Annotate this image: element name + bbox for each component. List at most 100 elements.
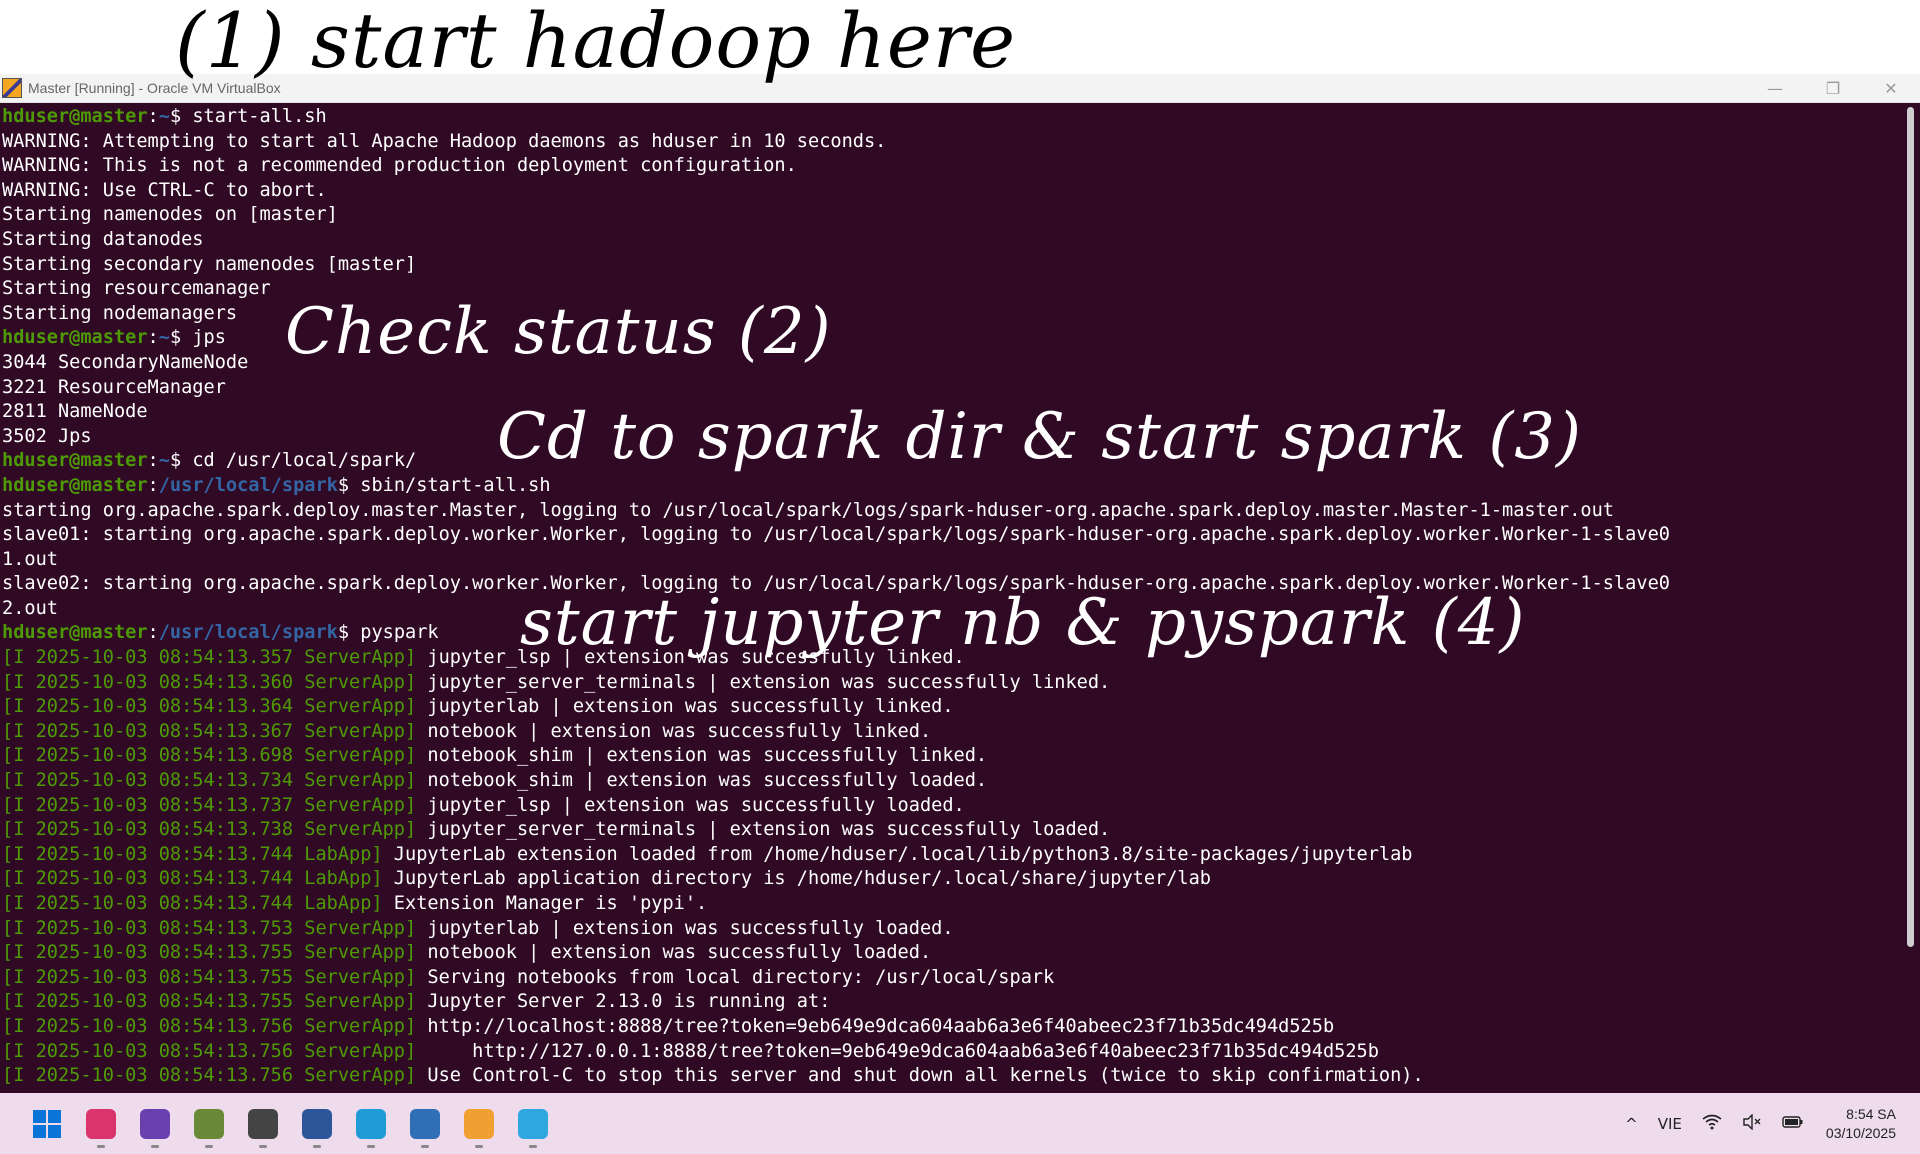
output-text: slave01: starting org.apache.spark.deplo… bbox=[2, 524, 1670, 546]
output-text: 3221 ResourceManager bbox=[2, 376, 226, 398]
terminal-line: 3221 ResourceManager bbox=[2, 376, 1902, 401]
log-tag: [I 2025-10-03 08:54:13.753 ServerApp] bbox=[2, 917, 417, 939]
windows-logo-icon bbox=[33, 1109, 61, 1138]
edge-app-icon[interactable] bbox=[344, 1093, 398, 1154]
log-tag: [I 2025-10-03 08:54:13.756 ServerApp] bbox=[2, 1065, 417, 1087]
prompt-symbol: $ bbox=[337, 622, 350, 644]
game-app-icon[interactable] bbox=[182, 1093, 236, 1154]
prompt-user: hduser@master bbox=[2, 450, 148, 472]
running-indicator bbox=[313, 1145, 321, 1148]
output-text: 3502 Jps bbox=[2, 425, 92, 447]
prompt-command: sbin/start-all.sh bbox=[349, 474, 551, 496]
restore-button[interactable]: ❐ bbox=[1804, 74, 1862, 102]
windows-start-icon[interactable] bbox=[20, 1093, 74, 1154]
prompt-symbol: $ bbox=[337, 474, 350, 496]
terminal-line: WARNING: This is not a recommended produ… bbox=[2, 154, 1902, 179]
prompt-symbol: $ bbox=[169, 327, 182, 349]
app-glyph-icon bbox=[302, 1108, 332, 1139]
terminal-line: [I 2025-10-03 08:54:13.755 ServerApp] no… bbox=[2, 941, 1902, 966]
prompt-user: hduser@master bbox=[2, 327, 148, 349]
prompt-separator: : bbox=[147, 327, 159, 349]
wifi-icon[interactable] bbox=[1702, 1114, 1722, 1134]
log-tag: [I 2025-10-03 08:54:13.755 ServerApp] bbox=[2, 966, 417, 988]
output-text: WARNING: Attempting to start all Apache … bbox=[2, 130, 887, 152]
terminal-scrollbar[interactable] bbox=[1907, 107, 1914, 947]
volume-muted-icon[interactable] bbox=[1742, 1112, 1762, 1134]
running-indicator bbox=[529, 1145, 537, 1148]
prompt-user: hduser@master bbox=[2, 106, 148, 127]
terminal-line: WARNING: Attempting to start all Apache … bbox=[2, 130, 1902, 155]
running-indicator bbox=[367, 1145, 375, 1148]
prompt-symbol: $ bbox=[169, 106, 182, 127]
app-glyph-icon bbox=[356, 1108, 386, 1139]
virtualbox-app-icon[interactable] bbox=[398, 1093, 452, 1154]
app-glyph-icon bbox=[464, 1108, 494, 1139]
annotation-start-hadoop: (1) start hadoop here bbox=[175, 0, 1017, 85]
log-message: notebook | extension was successfully lo… bbox=[416, 942, 932, 964]
terminal-line: [I 2025-10-03 08:54:13.738 ServerApp] ju… bbox=[2, 818, 1902, 843]
word-app-icon[interactable] bbox=[290, 1093, 344, 1154]
prompt-separator: : bbox=[147, 622, 159, 644]
annotation-start-spark: Cd to spark dir & start spark (3) bbox=[497, 400, 1582, 474]
purple-app-icon[interactable] bbox=[128, 1093, 182, 1154]
output-text: 1.out bbox=[2, 548, 58, 570]
prompt-command: start-all.sh bbox=[181, 106, 327, 127]
prompt-path: ~ bbox=[158, 327, 170, 349]
battery-icon[interactable] bbox=[1782, 1115, 1804, 1133]
virtualbox-icon bbox=[2, 78, 22, 98]
prompt-path: ~ bbox=[158, 106, 170, 127]
log-tag: [I 2025-10-03 08:54:13.744 LabApp] bbox=[2, 843, 383, 865]
output-text: Starting secondary namenodes [master] bbox=[2, 253, 417, 275]
prompt-symbol: $ bbox=[169, 450, 182, 472]
app-glyph-icon bbox=[410, 1108, 440, 1139]
terminal-line: Starting namenodes on [master] bbox=[2, 203, 1902, 228]
notepad-app-icon[interactable] bbox=[506, 1093, 560, 1154]
terminal-line: WARNING: Use CTRL-C to abort. bbox=[2, 179, 1902, 204]
prompt-path: /usr/local/spark bbox=[158, 622, 338, 644]
terminal-line: [I 2025-10-03 08:54:13.360 ServerApp] ju… bbox=[2, 671, 1902, 696]
terminal-line: hduser@master:/usr/local/spark$ sbin/sta… bbox=[2, 474, 1902, 499]
clock-date: 03/10/2025 bbox=[1825, 1124, 1896, 1141]
prompt-path: ~ bbox=[158, 450, 170, 472]
annotation-start-jupyter: start jupyter nb & pyspark (4) bbox=[520, 586, 1526, 660]
terminal-line: slave01: starting org.apache.spark.deplo… bbox=[2, 523, 1902, 548]
terminal-line: [I 2025-10-03 08:54:13.698 ServerApp] no… bbox=[2, 744, 1902, 769]
terminal-line: Starting secondary namenodes [master] bbox=[2, 253, 1902, 278]
prompt-command: pyspark bbox=[349, 622, 439, 644]
cube-app-icon[interactable] bbox=[236, 1093, 290, 1154]
output-text: 2.out bbox=[2, 597, 58, 619]
terminal-line: [I 2025-10-03 08:54:13.756 ServerApp] Us… bbox=[2, 1064, 1902, 1089]
tray-chevron-icon[interactable]: ^ bbox=[1625, 1115, 1638, 1133]
app-glyph-icon bbox=[86, 1108, 116, 1139]
browser-app-icon[interactable] bbox=[74, 1093, 128, 1154]
terminal-line: [I 2025-10-03 08:54:13.737 ServerApp] ju… bbox=[2, 794, 1902, 819]
close-button[interactable]: ✕ bbox=[1862, 74, 1920, 102]
running-indicator bbox=[475, 1145, 483, 1148]
log-tag: [I 2025-10-03 08:54:13.367 ServerApp] bbox=[2, 720, 417, 742]
log-tag: [I 2025-10-03 08:54:13.360 ServerApp] bbox=[2, 671, 417, 693]
output-text: Starting resourcemanager bbox=[2, 278, 271, 300]
clock-time: 8:54 SA bbox=[1846, 1105, 1896, 1122]
log-message: Serving notebooks from local directory: … bbox=[416, 966, 1055, 988]
log-message: notebook_shim | extension was successful… bbox=[416, 745, 988, 767]
output-text: Starting namenodes on [master] bbox=[2, 204, 338, 226]
log-message: jupyterlab | extension was successfully … bbox=[416, 917, 954, 939]
taskbar: ^ VIE 8:54 SA 03/10/2025 bbox=[0, 1093, 1920, 1154]
system-clock[interactable]: 8:54 SA 03/10/2025 bbox=[1826, 1105, 1896, 1143]
minimize-button[interactable]: — bbox=[1746, 74, 1804, 102]
terminal-line: [I 2025-10-03 08:54:13.755 ServerApp] Se… bbox=[2, 966, 1902, 991]
prompt-user: hduser@master bbox=[2, 474, 148, 496]
language-indicator[interactable]: VIE bbox=[1658, 1115, 1682, 1133]
log-tag: [I 2025-10-03 08:54:13.755 ServerApp] bbox=[2, 991, 417, 1013]
log-tag: [I 2025-10-03 08:54:13.756 ServerApp] bbox=[2, 1015, 417, 1037]
prompt-path: /usr/local/spark bbox=[158, 474, 338, 496]
app-glyph-icon bbox=[194, 1108, 224, 1139]
log-message: JupyterLab application directory is /hom… bbox=[382, 868, 1211, 890]
log-message: http://127.0.0.1:8888/tree?token=9eb649e… bbox=[416, 1040, 1379, 1062]
log-tag: [I 2025-10-03 08:54:13.734 ServerApp] bbox=[2, 770, 417, 792]
taskbar-apps bbox=[20, 1093, 560, 1154]
log-message: JupyterLab extension loaded from /home/h… bbox=[382, 843, 1413, 865]
log-tag: [I 2025-10-03 08:54:13.357 ServerApp] bbox=[2, 647, 417, 669]
virtualbox-vm-app-icon[interactable] bbox=[452, 1093, 506, 1154]
prompt-separator: : bbox=[147, 106, 159, 127]
